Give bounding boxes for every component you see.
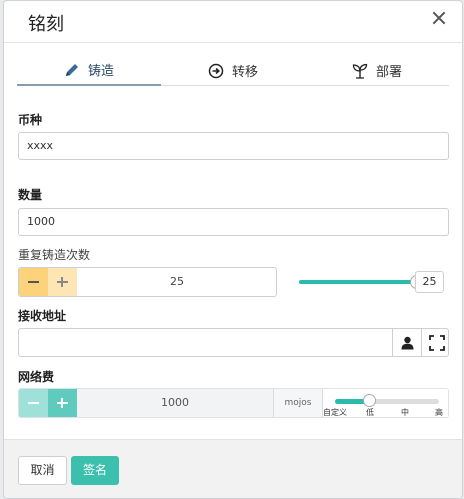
tab-mint-label: 铸造 — [87, 64, 114, 79]
fee-unit: mojos — [273, 389, 323, 417]
sign-button[interactable]: 签名 — [71, 456, 119, 485]
modal-title: 铭刻 — [28, 14, 64, 35]
tab-transfer-label: 转移 — [231, 65, 258, 80]
tab-mint[interactable]: 铸造 — [17, 55, 161, 86]
fee-group: 1000 mojos 自定义 低 中 高 — [18, 388, 449, 418]
fee-level-custom: 自定义 — [323, 408, 347, 417]
pencil-icon — [64, 62, 80, 78]
tab-deploy-label: 部署 — [375, 65, 402, 80]
address-input[interactable] — [19, 329, 392, 356]
user-icon — [401, 335, 414, 354]
scan-icon — [429, 335, 445, 355]
currency-label: 币种 — [18, 113, 43, 127]
amount-input[interactable]: 1000 — [18, 208, 449, 236]
tab-deploy[interactable]: 部署 — [305, 55, 449, 86]
tab-bar: 铸造 转移 部署 — [17, 55, 449, 86]
scan-button[interactable] — [421, 329, 450, 356]
repeat-stepper: 25 — [18, 267, 277, 297]
fee-label: 网络费 — [18, 370, 55, 384]
inscribe-modal: 铭刻 铸造 转移 部署 币种 xxxx 数量 1000 重复铸造次数 25 25… — [3, 0, 463, 499]
modal-footer: 取消 签名 — [4, 439, 462, 498]
close-icon[interactable] — [432, 11, 446, 25]
amount-label: 数量 — [18, 188, 43, 202]
sprout-icon — [352, 63, 368, 79]
fee-level-high: 高 — [435, 408, 443, 417]
fee-input[interactable]: 1000 — [77, 389, 273, 417]
contacts-button[interactable] — [392, 329, 421, 356]
fee-slider-handle[interactable] — [363, 394, 376, 407]
address-group — [18, 328, 449, 357]
fee-level-low: 低 — [366, 408, 374, 417]
repeat-plus-button[interactable] — [48, 268, 77, 296]
fee-minus-button[interactable] — [19, 389, 48, 417]
repeat-input[interactable]: 25 — [77, 268, 276, 296]
modal-header: 铭刻 — [4, 1, 462, 43]
tab-transfer[interactable]: 转移 — [161, 55, 305, 86]
arrow-circle-icon — [208, 63, 224, 79]
repeat-label: 重复铸造次数 — [18, 248, 91, 262]
fee-plus-button[interactable] — [48, 389, 77, 417]
repeat-slider-track[interactable] — [299, 280, 415, 284]
repeat-minus-button[interactable] — [19, 268, 48, 296]
repeat-slider-value: 25 — [415, 271, 444, 293]
fee-level-medium: 中 — [401, 408, 409, 417]
fee-level-slider[interactable]: 自定义 低 中 高 — [323, 389, 448, 417]
currency-input[interactable]: xxxx — [18, 132, 449, 160]
cancel-button[interactable]: 取消 — [18, 456, 67, 485]
address-label: 接收地址 — [18, 309, 67, 323]
